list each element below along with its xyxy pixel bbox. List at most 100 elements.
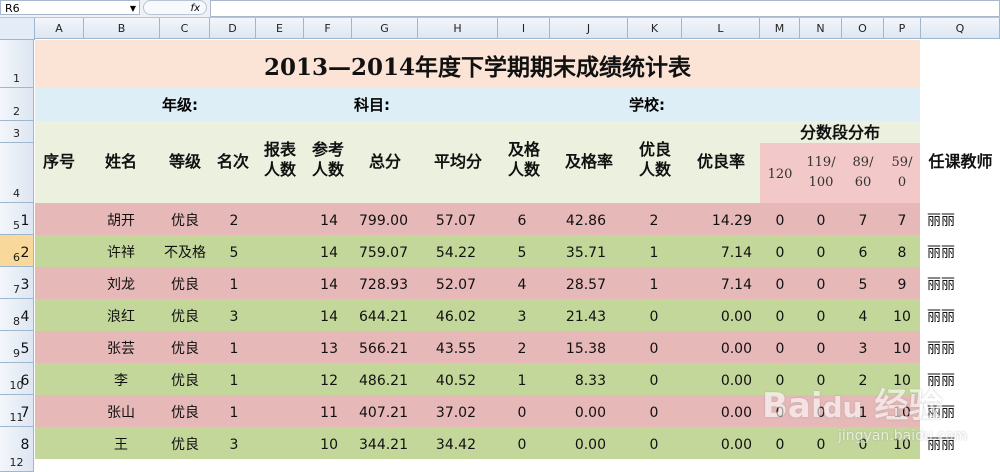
cell-level[interactable]: 优良	[160, 363, 210, 395]
header-good[interactable]: 优良 人数	[628, 140, 682, 180]
cell-avg[interactable]: 54.22	[418, 235, 476, 267]
chevron-down-icon[interactable]: ▼	[130, 1, 136, 16]
cell-seq[interactable]: 3	[1, 267, 49, 299]
cell-seq[interactable]: 6	[1, 363, 49, 395]
cell-good-rate[interactable]: 0.00	[682, 331, 752, 363]
header-attend[interactable]: 参考 人数	[304, 140, 352, 180]
cell-attend[interactable]: 14	[304, 235, 338, 267]
cell-d3[interactable]: 5	[842, 267, 884, 299]
column-header-f[interactable]: F	[304, 18, 352, 39]
table-row[interactable]: 4 浪红 优良 3 14 644.21 46.02 3 21.43 0 0.00 0 0 4 10 丽丽	[21, 299, 955, 331]
cell-attend[interactable]: 14	[304, 203, 338, 235]
cell-good[interactable]: 0	[628, 331, 680, 363]
cell-level[interactable]: 优良	[160, 267, 210, 299]
cell-d2[interactable]: 0	[800, 203, 842, 235]
cell-level[interactable]: 优良	[160, 299, 210, 331]
cell-d2[interactable]: 0	[800, 235, 842, 267]
cell-teacher[interactable]: 丽丽	[921, 235, 961, 267]
cell-attend[interactable]: 11	[304, 395, 338, 427]
cell-level[interactable]: 优良	[160, 331, 210, 363]
cell-total[interactable]: 566.21	[352, 331, 408, 363]
cell-name[interactable]: 张山	[88, 395, 154, 427]
name-box[interactable]: R6 ▼	[0, 0, 140, 15]
cell-pass-rate[interactable]: 15.38	[550, 331, 606, 363]
column-header-h[interactable]: H	[418, 18, 498, 39]
cell-good[interactable]: 1	[628, 267, 680, 299]
cell-good[interactable]: 0	[628, 363, 680, 395]
select-all-corner[interactable]	[0, 18, 35, 40]
table-row[interactable]: 1 胡开 优良 2 14 799.00 57.07 6 42.86 2 14.29 0 0 7 7 丽丽	[21, 203, 955, 235]
cell-attend[interactable]: 14	[304, 267, 338, 299]
cell-rank[interactable]: 1	[214, 395, 254, 427]
cell-good-rate[interactable]: 0.00	[682, 395, 752, 427]
sheet-title[interactable]: 2013—2014年度下学期期末成绩统计表	[35, 40, 920, 88]
cell-d2[interactable]: 0	[800, 299, 842, 331]
cell-avg[interactable]: 37.02	[418, 395, 476, 427]
cell-pass-rate[interactable]: 8.33	[550, 363, 606, 395]
cell-d2[interactable]: 0	[800, 331, 842, 363]
cell-avg[interactable]: 52.07	[418, 267, 476, 299]
cell-d3[interactable]: 6	[842, 235, 884, 267]
cell-good-rate[interactable]: 0.00	[682, 363, 752, 395]
table-row[interactable]: 3 刘龙 优良 1 14 728.93 52.07 4 28.57 1 7.14 0 0 5 9 丽丽	[21, 267, 955, 299]
cell-d1[interactable]: 0	[760, 267, 800, 299]
header-teacher[interactable]: 任课教师	[921, 152, 1000, 172]
cell-avg[interactable]: 43.55	[418, 331, 476, 363]
cell-good[interactable]: 0	[628, 395, 680, 427]
header-score-distribution[interactable]: 分数段分布	[760, 123, 920, 143]
column-header-g[interactable]: G	[352, 18, 418, 39]
cell-pass[interactable]: 6	[500, 203, 544, 235]
cell-teacher[interactable]: 丽丽	[921, 331, 961, 363]
header-level[interactable]: 等级	[160, 152, 210, 172]
column-header-e[interactable]: E	[256, 18, 304, 39]
cell-name[interactable]: 刘龙	[88, 267, 154, 299]
cell-good[interactable]: 2	[628, 203, 680, 235]
column-header-j[interactable]: J	[550, 18, 628, 39]
cell-pass[interactable]: 5	[500, 235, 544, 267]
cell-pass-rate[interactable]: 28.57	[550, 267, 606, 299]
cell-d3[interactable]: 4	[842, 299, 884, 331]
cell-good-rate[interactable]: 7.14	[682, 235, 752, 267]
cell-pass[interactable]: 0	[500, 427, 544, 459]
cell-d1[interactable]: 0	[760, 235, 800, 267]
cell-good-rate[interactable]: 14.29	[682, 203, 752, 235]
cell-total[interactable]: 344.21	[352, 427, 408, 459]
cell-attend[interactable]: 10	[304, 427, 338, 459]
cell-d1[interactable]: 0	[760, 331, 800, 363]
header-reported[interactable]: 报表 人数	[256, 140, 304, 180]
cell-good[interactable]: 0	[628, 299, 680, 331]
column-header-o[interactable]: O	[842, 18, 884, 39]
cell-d3[interactable]: 7	[842, 203, 884, 235]
cell-total[interactable]: 799.00	[352, 203, 408, 235]
cell-teacher[interactable]: 丽丽	[921, 267, 961, 299]
column-header-m[interactable]: M	[760, 18, 800, 39]
school-label[interactable]: 学校:	[629, 88, 665, 122]
column-header-i[interactable]: I	[498, 18, 550, 39]
column-header-b[interactable]: B	[84, 18, 160, 39]
cell-total[interactable]: 644.21	[352, 299, 408, 331]
cell-name[interactable]: 王	[88, 427, 154, 459]
cell-seq[interactable]: 8	[1, 427, 49, 459]
cell-name[interactable]: 胡开	[88, 203, 154, 235]
cell-name[interactable]: 张芸	[88, 331, 154, 363]
cell-good-rate[interactable]: 0.00	[682, 427, 752, 459]
cell-attend[interactable]: 13	[304, 331, 338, 363]
cell-d4[interactable]: 7	[884, 203, 920, 235]
cell-seq[interactable]: 5	[1, 331, 49, 363]
cell-d4[interactable]: 9	[884, 267, 920, 299]
cell-rank[interactable]: 3	[214, 427, 254, 459]
cell-total[interactable]: 728.93	[352, 267, 408, 299]
cell-good-rate[interactable]: 7.14	[682, 267, 752, 299]
row-header-1[interactable]: 1	[0, 40, 34, 88]
cell-pass-rate[interactable]: 21.43	[550, 299, 606, 331]
cell-d4[interactable]: 10	[884, 331, 920, 363]
cell-d4[interactable]: 10	[884, 299, 920, 331]
cell-avg[interactable]: 57.07	[418, 203, 476, 235]
cell-d3[interactable]: 3	[842, 331, 884, 363]
cell-avg[interactable]: 40.52	[418, 363, 476, 395]
header-pass[interactable]: 及格 人数	[498, 140, 550, 180]
cell-level[interactable]: 不及格	[160, 235, 210, 267]
cell-seq[interactable]: 1	[1, 203, 49, 235]
cell-pass[interactable]: 2	[500, 331, 544, 363]
header-dist-119-100[interactable]: 119/100	[800, 153, 842, 193]
